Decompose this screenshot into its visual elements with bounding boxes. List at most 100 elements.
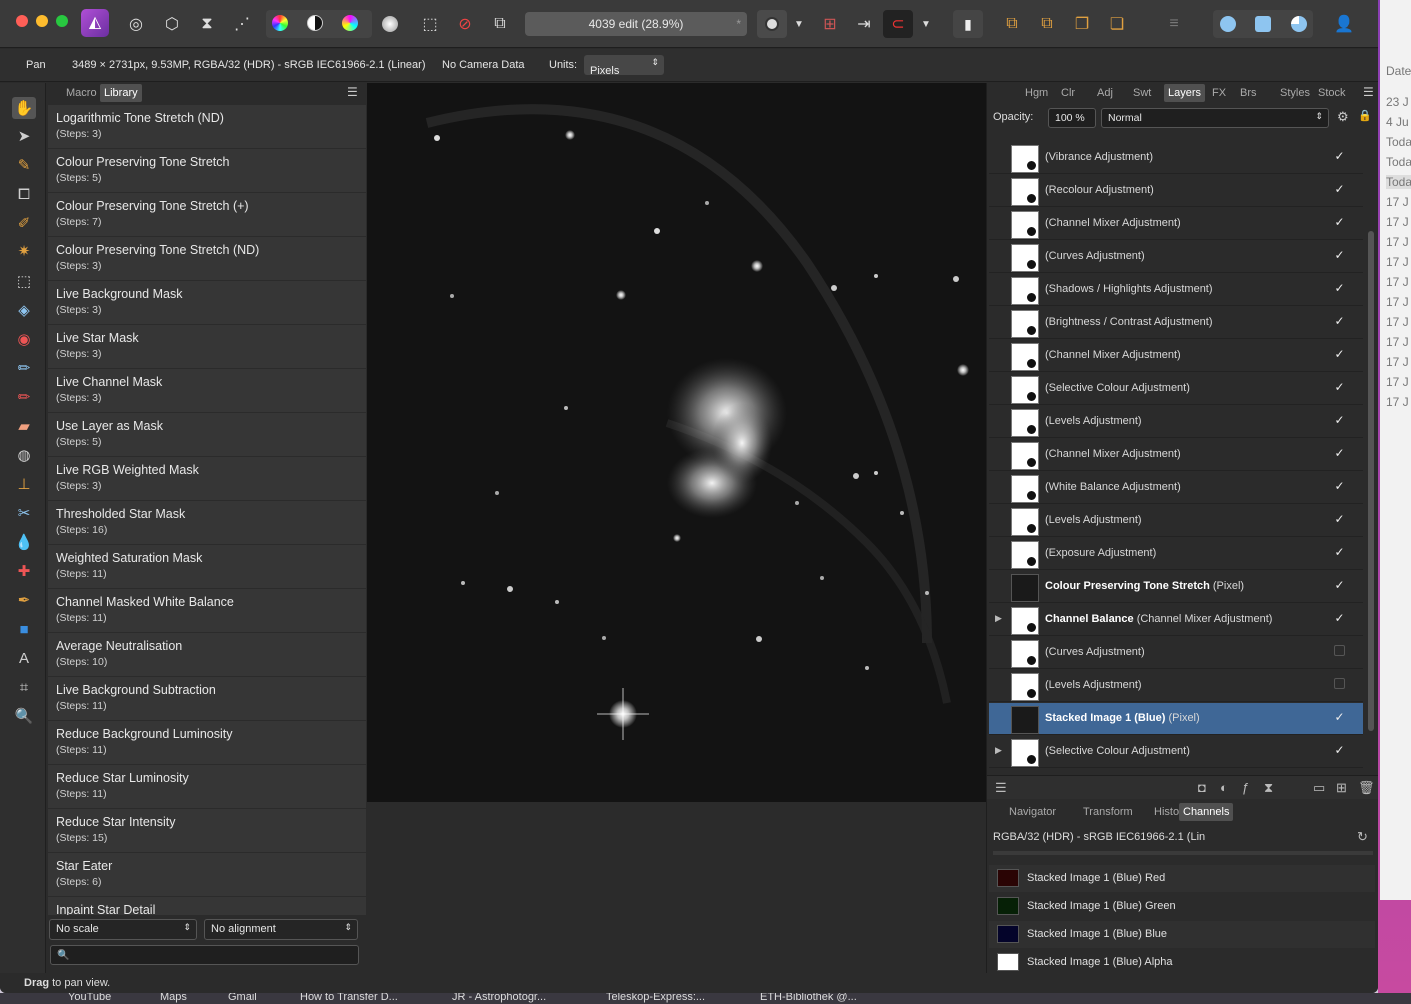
- tab-styles[interactable]: Styles: [1276, 84, 1314, 102]
- visibility-checkbox[interactable]: ✓: [1333, 282, 1346, 295]
- export-persona-icon[interactable]: ⋰: [230, 12, 254, 36]
- folder-icon[interactable]: ▭: [1313, 780, 1325, 796]
- layer-row[interactable]: (Levels Adjustment) ✓: [989, 406, 1363, 438]
- canvas-image[interactable]: [367, 83, 986, 802]
- channel-row[interactable]: Stacked Image 1 (Blue) Blue: [989, 921, 1375, 948]
- tab-swt[interactable]: Swt: [1129, 84, 1155, 102]
- macro-item[interactable]: Colour Preserving Tone Stretch (Steps: 5): [48, 149, 366, 192]
- visibility-checkbox[interactable]: ✓: [1333, 579, 1346, 592]
- visibility-checkbox[interactable]: ✓: [1333, 381, 1346, 394]
- rectangular-marquee-icon[interactable]: ⬚: [12, 270, 36, 292]
- visibility-checkbox[interactable]: ✓: [1333, 711, 1346, 724]
- bring-front-icon[interactable]: ❐: [1070, 12, 1094, 36]
- deselect-icon[interactable]: ⊘: [453, 12, 477, 36]
- move-tool-icon[interactable]: ➤: [12, 125, 36, 147]
- hand-tool-icon[interactable]: ✋: [12, 97, 36, 119]
- paint-brush-icon[interactable]: ◉: [12, 328, 36, 350]
- refresh-icon[interactable]: ↻: [1357, 829, 1368, 845]
- align-icon[interactable]: ≡: [1162, 12, 1186, 36]
- macro-item[interactable]: Live Background Mask (Steps: 3): [48, 281, 366, 324]
- mask-layer-icon[interactable]: ◘: [1198, 780, 1206, 795]
- macro-item[interactable]: Channel Masked White Balance (Steps: 11): [48, 589, 366, 632]
- move-back-icon[interactable]: ⧉: [1000, 12, 1024, 36]
- layer-row[interactable]: Colour Preserving Tone Stretch (Pixel) ✓: [989, 571, 1363, 603]
- tab-navigator[interactable]: Navigator: [1005, 803, 1060, 821]
- tab-fx[interactable]: FX: [1208, 84, 1230, 102]
- marquee-selection-icon[interactable]: ⬚: [418, 12, 442, 36]
- layer-row[interactable]: (Vibrance Adjustment) ✓: [989, 142, 1363, 174]
- visibility-checkbox[interactable]: ✓: [1333, 249, 1346, 262]
- visibility-checkbox[interactable]: ✓: [1333, 216, 1346, 229]
- white-balance-icon[interactable]: [378, 12, 402, 36]
- hsl-icon[interactable]: [342, 15, 358, 31]
- macro-item[interactable]: Reduce Star Intensity (Steps: 15): [48, 809, 366, 852]
- zoom-window-button[interactable]: [56, 15, 68, 27]
- alignment-select[interactable]: No alignment ⇕: [204, 919, 358, 940]
- layer-row[interactable]: (Shadows / Highlights Adjustment) ✓: [989, 274, 1363, 306]
- snapping-button[interactable]: ⊂: [883, 10, 913, 38]
- units-select[interactable]: Pixels ⇕: [584, 55, 664, 77]
- snapping-dropdown-icon[interactable]: ▼: [914, 12, 938, 36]
- red-eye-tool-icon[interactable]: ✂: [12, 502, 36, 524]
- assistant-icon[interactable]: [1220, 16, 1236, 32]
- visibility-checkbox[interactable]: ✓: [1333, 348, 1346, 361]
- bookmark-item[interactable]: ETH-Bibliothek @...: [760, 993, 857, 1003]
- tab-macro[interactable]: Macro: [62, 84, 101, 102]
- layer-row[interactable]: (Curves Adjustment): [989, 637, 1363, 669]
- healing-brush-icon[interactable]: ✚: [12, 560, 36, 582]
- eraser-tool-icon[interactable]: ▰: [12, 415, 36, 437]
- document-title[interactable]: 4039 edit (28.9%) *: [525, 12, 747, 36]
- develop-persona-icon[interactable]: ⧗: [195, 12, 219, 36]
- visibility-checkbox[interactable]: ✓: [1333, 513, 1346, 526]
- macro-item[interactable]: Colour Preserving Tone Stretch (ND) (Step…: [48, 237, 366, 280]
- panel-menu-icon[interactable]: ☰: [347, 85, 358, 99]
- tab-brs[interactable]: Brs: [1236, 84, 1261, 102]
- view-mode-icon[interactable]: [1255, 16, 1271, 32]
- bookmark-item[interactable]: How to Transfer D...: [300, 993, 398, 1003]
- new-pixel-layer-icon[interactable]: ⊞: [1336, 780, 1347, 796]
- order-front-button[interactable]: ▮: [953, 10, 983, 38]
- channel-row[interactable]: Stacked Image 1 (Blue) Alpha: [989, 949, 1375, 976]
- mesh-warp-icon[interactable]: ⌗: [12, 676, 36, 698]
- visibility-checkbox[interactable]: ✓: [1333, 315, 1346, 328]
- tab-stock[interactable]: Stock: [1314, 84, 1350, 102]
- macro-item[interactable]: Logarithmic Tone Stretch (ND) (Steps: 3): [48, 105, 366, 148]
- expand-arrow-icon[interactable]: ▶: [995, 613, 1002, 624]
- layer-row[interactable]: (Curves Adjustment) ✓: [989, 241, 1363, 273]
- bookmark-item[interactable]: YouTube: [68, 993, 111, 1003]
- rectangle-shape-icon[interactable]: ■: [12, 618, 36, 640]
- layer-row[interactable]: (White Balance Adjustment) ✓: [989, 472, 1363, 504]
- snapping-arrow-icon[interactable]: ⇥: [852, 12, 876, 36]
- visibility-checkbox[interactable]: ✓: [1333, 150, 1346, 163]
- clone-stamp-icon[interactable]: ⊥: [12, 473, 36, 495]
- visibility-checkbox[interactable]: ✓: [1333, 183, 1346, 196]
- layers-stack-icon[interactable]: ☰: [995, 780, 1007, 796]
- send-back-icon[interactable]: ❏: [1105, 12, 1129, 36]
- color-picker-tool-icon[interactable]: ✎: [12, 154, 36, 176]
- blur-brush-icon[interactable]: ◍: [12, 444, 36, 466]
- visibility-checkbox[interactable]: [1333, 645, 1346, 658]
- panel-menu-icon[interactable]: ☰: [1363, 85, 1374, 99]
- tab-adj[interactable]: Adj: [1093, 84, 1117, 102]
- tab-layers[interactable]: Layers: [1164, 84, 1206, 102]
- close-window-button[interactable]: [16, 15, 28, 27]
- layer-row[interactable]: Stacked Image 1 (Blue) (Pixel) ✓: [989, 703, 1363, 735]
- tab-clr[interactable]: Clr: [1057, 84, 1079, 102]
- tab-channels[interactable]: Channels: [1179, 803, 1234, 821]
- black-white-icon[interactable]: [307, 15, 323, 31]
- visibility-checkbox[interactable]: [1333, 678, 1346, 691]
- macro-item[interactable]: Colour Preserving Tone Stretch (+) (Steps…: [48, 193, 366, 236]
- layer-row[interactable]: ▶ (Selective Colour Adjustment) ✓: [989, 736, 1363, 768]
- macro-item[interactable]: Live Background Subtraction (Steps: 11): [48, 677, 366, 720]
- expand-arrow-icon[interactable]: ▶: [995, 745, 1002, 756]
- levels-icon[interactable]: [272, 15, 288, 31]
- layer-row[interactable]: (Levels Adjustment): [989, 670, 1363, 702]
- blend-mode-select[interactable]: Normal ⇕: [1101, 108, 1329, 128]
- macro-item[interactable]: Live RGB Weighted Mask (Steps: 3): [48, 457, 366, 500]
- search-input[interactable]: 🔍: [50, 945, 359, 965]
- water-drop-tool-icon[interactable]: 💧: [12, 531, 36, 553]
- channel-row[interactable]: Stacked Image 1 (Blue) Red: [989, 865, 1375, 892]
- layer-row[interactable]: (Exposure Adjustment) ✓: [989, 538, 1363, 570]
- macro-item[interactable]: Reduce Background Luminosity (Steps: 11): [48, 721, 366, 764]
- macro-item[interactable]: Inpaint Star Detail: [48, 897, 366, 915]
